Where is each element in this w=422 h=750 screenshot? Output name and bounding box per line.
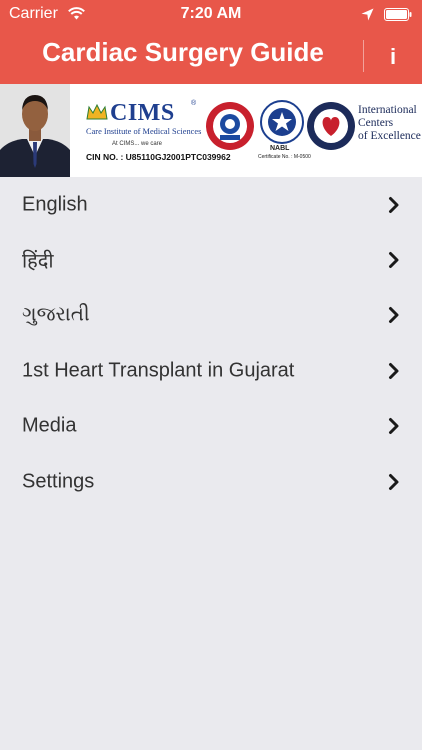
cims-crown-icon bbox=[86, 103, 108, 120]
menu-item-label: हिंदी bbox=[22, 250, 54, 273]
cims-logo: CIMS ® Care Institute of Medical Science… bbox=[86, 100, 202, 140]
intl-line-2: Centers bbox=[358, 117, 394, 129]
menu-item-label: English bbox=[22, 193, 88, 216]
chevron-right-icon bbox=[389, 252, 399, 269]
menu-item-label: ગુજરાતી bbox=[22, 303, 90, 326]
menu-list: English हिंदी ગુજરાતી 1st Heart Transpla… bbox=[0, 177, 422, 509]
chevron-right-icon bbox=[389, 418, 399, 435]
international-centers-text: International Centers of Excellence bbox=[358, 104, 421, 143]
intl-line-1: International bbox=[358, 104, 417, 116]
nabl-certificate: Certificate No. : M-0500 bbox=[258, 154, 311, 160]
menu-item-hindi[interactable]: हिंदी bbox=[0, 232, 422, 287]
menu-item-heart-transplant[interactable]: 1st Heart Transplant in Gujarat bbox=[0, 343, 422, 398]
status-time: 7:20 AM bbox=[180, 5, 242, 22]
cims-tagline: At CIMS... we care bbox=[112, 141, 163, 147]
intl-line-3: of Excellence bbox=[358, 130, 421, 142]
chevron-right-icon bbox=[389, 362, 399, 379]
page-title: Cardiac Surgery Guide bbox=[42, 37, 324, 67]
info-button[interactable]: i bbox=[364, 36, 422, 78]
nabl-seal-icon bbox=[260, 100, 304, 144]
nabl-label: NABL bbox=[270, 145, 290, 152]
menu-item-label: 1st Heart Transplant in Gujarat bbox=[22, 359, 295, 382]
menu-item-label: Media bbox=[22, 414, 77, 437]
chevron-right-icon bbox=[389, 473, 399, 490]
doctor-photo bbox=[0, 84, 70, 177]
hospital-banner: CIMS ® Care Institute of Medical Science… bbox=[0, 84, 422, 177]
menu-item-media[interactable]: Media bbox=[0, 399, 422, 454]
chevron-right-icon bbox=[389, 307, 399, 324]
menu-item-english[interactable]: English bbox=[0, 177, 422, 232]
cims-registered-mark: ® bbox=[191, 100, 197, 107]
nabh-seal-icon bbox=[206, 102, 254, 150]
chevron-right-icon bbox=[389, 196, 399, 213]
cims-name: CIMS bbox=[110, 100, 175, 126]
menu-item-settings[interactable]: Settings bbox=[0, 454, 422, 509]
battery-icon bbox=[384, 8, 412, 21]
cims-full-name: Care Institute of Medical Sciences bbox=[86, 127, 202, 136]
status-bar: Carrier 7:20 AM bbox=[0, 0, 422, 30]
menu-item-gujarati[interactable]: ગુજરાતી bbox=[0, 288, 422, 343]
cin-number: CIN NO. : U85110GJ2001PTC039962 bbox=[86, 152, 231, 162]
menu-item-label: Settings bbox=[22, 470, 95, 493]
accreditation-seal-icon bbox=[307, 102, 355, 150]
location-icon bbox=[361, 8, 374, 21]
app-header: Carrier 7:20 AM Cardiac Surgery Guide i bbox=[0, 0, 422, 84]
